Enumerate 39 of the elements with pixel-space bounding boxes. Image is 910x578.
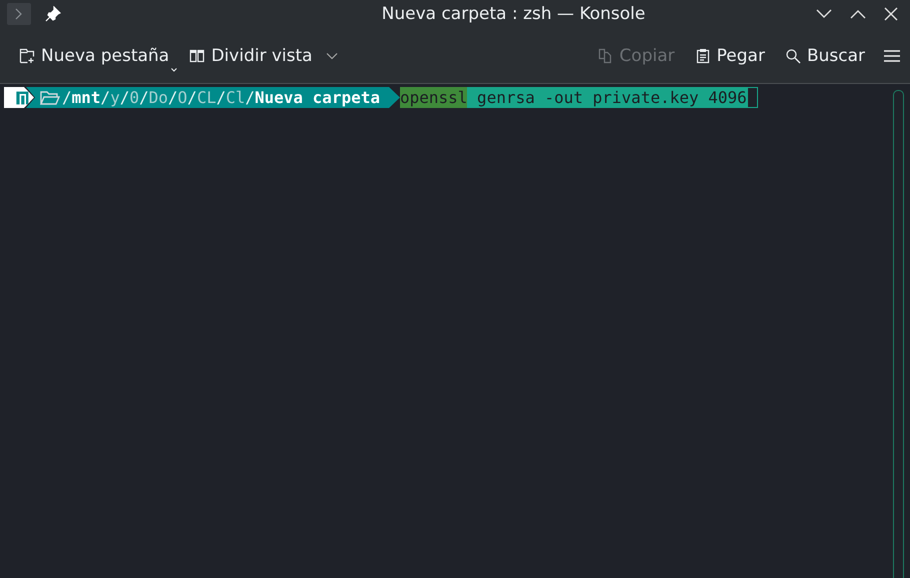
split-view-icon [189, 48, 206, 64]
path-text: / [168, 88, 178, 107]
path-text: / [120, 88, 130, 107]
search-icon [784, 48, 801, 64]
path-text: CL [196, 88, 216, 107]
path-text: / [187, 88, 197, 107]
path-text: / [139, 88, 149, 107]
menu-icon[interactable] [884, 48, 900, 62]
new-tab-icon [19, 48, 35, 64]
path-text: O [178, 88, 188, 107]
path-text: / [245, 88, 255, 107]
clipboard-icon [694, 48, 711, 64]
text-cursor [746, 87, 758, 108]
toolbar-button[interactable]: Pegar [686, 42, 774, 70]
folder-icon [40, 90, 60, 106]
toolbar-button[interactable]: Dividir vista [180, 42, 348, 70]
terminal-app-icon[interactable] [7, 3, 31, 25]
close-icon[interactable] [884, 7, 898, 21]
scrollbar[interactable] [893, 90, 904, 578]
window-title: Nueva carpeta : zsh — Konsole [380, 4, 646, 24]
path-text: Cl [226, 88, 246, 107]
path-text: 0 [129, 88, 140, 107]
path-text: y [110, 88, 120, 107]
path-text: Nueva carpeta [254, 88, 380, 107]
path-text: / [100, 88, 110, 107]
path-text: / [216, 88, 226, 107]
minimize-icon[interactable] [816, 9, 832, 19]
path-text: / [62, 88, 72, 107]
dropdown-icon [171, 68, 178, 72]
path-text: mnt [72, 88, 101, 107]
chevron-down-icon [326, 52, 338, 60]
path-text: Do [148, 88, 168, 107]
command-text: openssl [400, 87, 468, 108]
copy-icon [597, 48, 614, 64]
toolbar-button[interactable]: Buscar [776, 42, 874, 70]
command-text: genrsa -out private.key 4096 [467, 87, 747, 108]
pin-icon[interactable] [45, 6, 61, 22]
toolbar-button[interactable]: Nueva pestaña [10, 42, 178, 70]
maximize-icon[interactable] [850, 9, 866, 19]
